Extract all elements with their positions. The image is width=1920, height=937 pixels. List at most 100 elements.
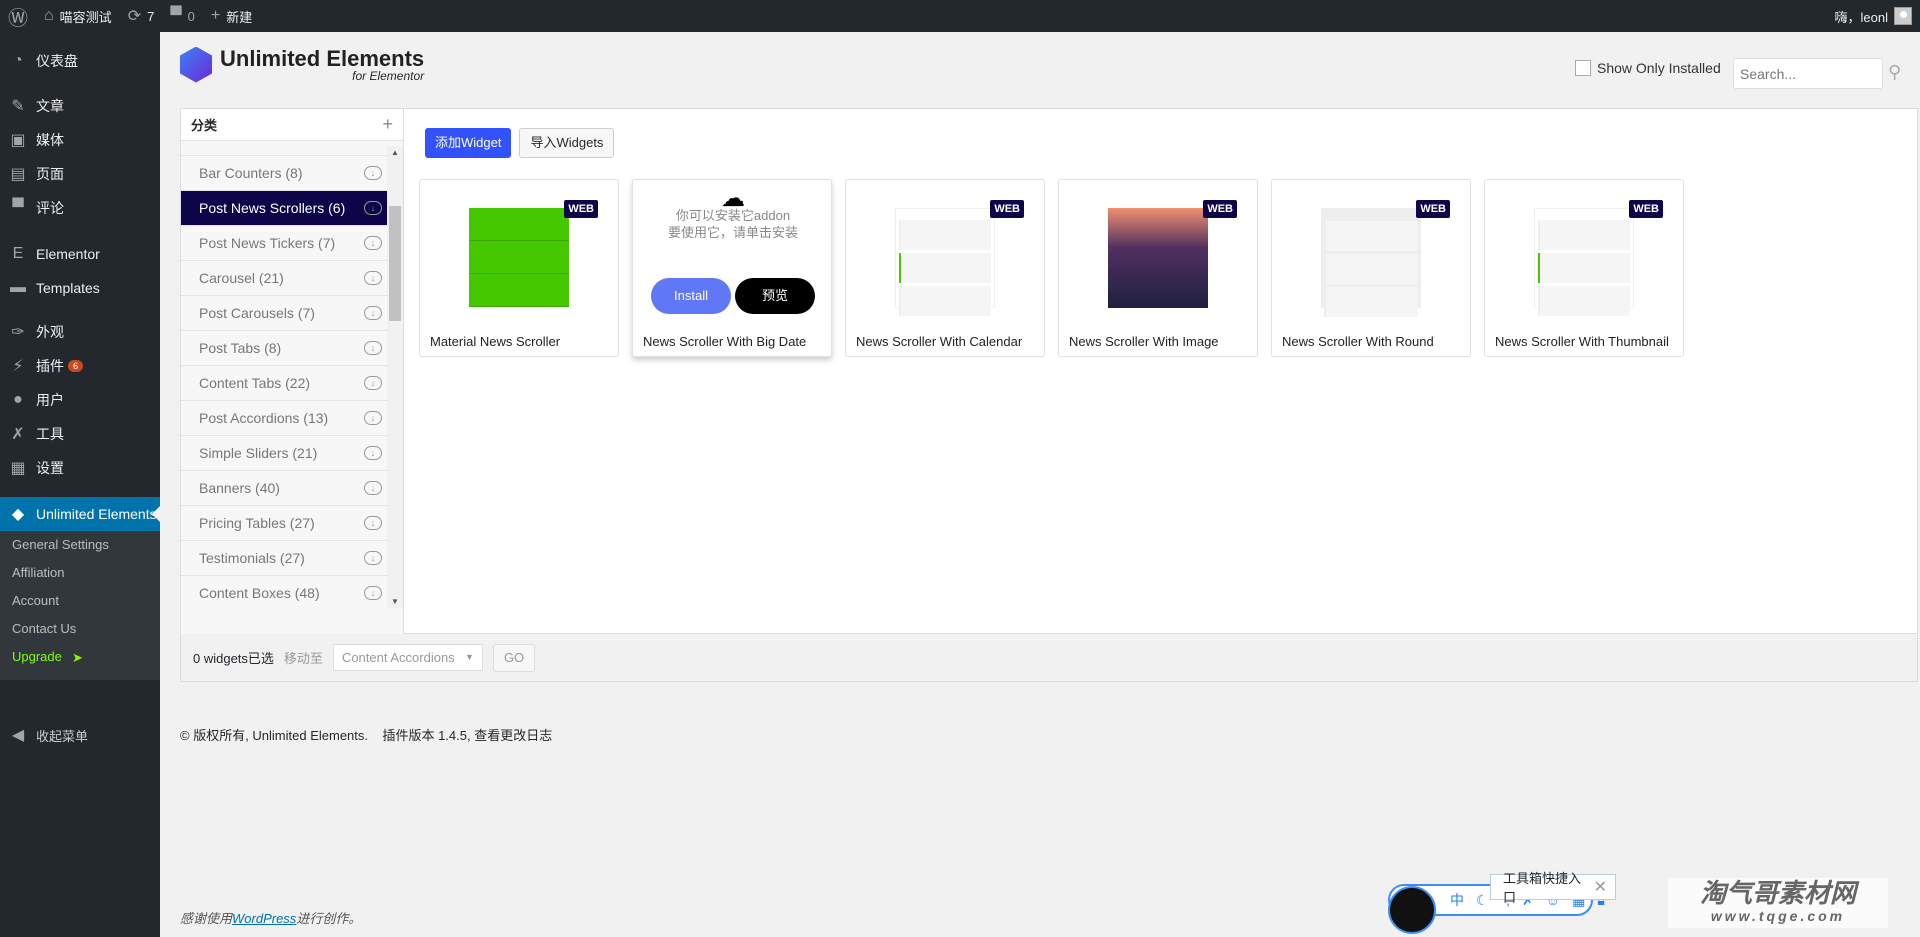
cloud-download-icon[interactable]: ↓ <box>364 446 382 460</box>
add-widget-button[interactable]: 添加Widget <box>425 128 512 158</box>
go-button[interactable]: GO <box>492 643 536 672</box>
category-item[interactable]: Content Boxes (48) ↓ <box>181 576 387 608</box>
scroll-down-icon[interactable]: ▼ <box>391 597 399 606</box>
wordpress-icon: Ⓦ <box>8 7 28 30</box>
cloud-download-icon[interactable]: ↓ <box>364 236 382 250</box>
collapse-menu-button[interactable]: ◀ 收起菜单 <box>0 718 160 752</box>
updates-link[interactable]: ⟳ 7 <box>120 0 163 32</box>
wp-footer-thanks: 感谢使用WordPress进行创作。 <box>180 908 361 927</box>
folder-icon: ▬ <box>10 279 26 296</box>
ime-mode[interactable]: 中 <box>1450 890 1464 910</box>
cloud-download-icon[interactable]: ↓ <box>364 516 382 530</box>
plugin-icon: ⚡ <box>12 358 24 375</box>
scroll-up-icon[interactable]: ▲ <box>391 148 399 157</box>
moon-icon[interactable]: ☾ <box>1476 892 1489 909</box>
watermark: 淘气哥素材网 www.tqge.com <box>1668 878 1888 928</box>
submenu-item[interactable]: Affiliation <box>0 559 160 587</box>
category-item[interactable]: Content Tabs (22) ↓ <box>181 366 387 401</box>
avatar <box>1894 7 1912 25</box>
sidebar-item-仪表盘[interactable]: ◔ 仪表盘 <box>0 44 160 78</box>
category-item[interactable]: Bar Counters (8) ↓ <box>181 156 387 191</box>
scrollbar-thumb[interactable] <box>389 206 401 321</box>
widget-card[interactable]: WEB News Scroller With Calendar <box>845 179 1045 357</box>
cloud-download-icon[interactable]: ↓ <box>364 341 382 355</box>
install-prompt: ☁ 你可以安装它addon 要使用它，请单击安装 <box>633 187 833 241</box>
submenu-item[interactable]: Contact Us <box>0 615 160 643</box>
category-item[interactable]: Pricing Tables (27) ↓ <box>181 506 387 541</box>
import-widgets-button[interactable]: 导入Widgets <box>519 128 615 158</box>
sidebar-item-媒体[interactable]: ▣ 媒体 <box>0 123 160 157</box>
update-badge: 6 <box>68 360 84 372</box>
comment-icon: ▀ <box>170 7 182 24</box>
sidebar-item-外观[interactable]: ✑ 外观 <box>0 315 160 349</box>
search-input[interactable] <box>1733 58 1883 89</box>
widget-card[interactable]: WEB News Scroller With Round <box>1271 179 1471 357</box>
sidebar-item-unlimited-elements[interactable]: ◆ Unlimited Elements <box>0 497 160 531</box>
tooltip-text: 工具箱快捷入口 <box>1503 871 1582 905</box>
cloud-download-icon[interactable]: ↓ <box>364 166 382 180</box>
category-item[interactable]: Post Carousels (7) ↓ <box>181 296 387 331</box>
category-label: Simple Sliders (21) <box>199 445 318 461</box>
sidebar-item-label: 设置 <box>36 460 64 476</box>
category-label: Post Tabs (8) <box>199 340 282 356</box>
user-icon: ● <box>13 391 23 408</box>
categories-panel: 分类 + Bar Counters (8) ↓ Post News Scrollers… <box>181 109 404 635</box>
category-item-partial[interactable] <box>181 146 387 156</box>
close-icon[interactable]: ✕ <box>1594 877 1607 897</box>
category-item[interactable]: Post Tabs (8) ↓ <box>181 331 387 366</box>
category-item[interactable]: Banners (40) ↓ <box>181 471 387 506</box>
ime-avatar[interactable] <box>1388 886 1436 934</box>
category-item[interactable]: Post News Tickers (7) ↓ <box>181 226 387 261</box>
new-content-link[interactable]: + 新建 <box>203 0 260 32</box>
cloud-download-icon[interactable]: ↓ <box>364 201 382 215</box>
category-item[interactable]: Carousel (21) ↓ <box>181 261 387 296</box>
category-item[interactable]: Testimonials (27) ↓ <box>181 541 387 576</box>
category-label: Testimonials (27) <box>199 550 305 566</box>
add-category-button[interactable]: + <box>382 114 393 135</box>
install-button[interactable]: Install <box>651 278 731 314</box>
sidebar-item-评论[interactable]: ▀ 评论 <box>0 191 160 225</box>
cloud-download-icon[interactable]: ↓ <box>364 306 382 320</box>
category-scrollbar[interactable]: ▲ ▼ <box>387 146 403 608</box>
cloud-download-icon[interactable]: ↓ <box>364 481 382 495</box>
preview-button[interactable]: 预览 <box>735 278 815 314</box>
sidebar-item-工具[interactable]: ✗ 工具 <box>0 417 160 451</box>
widget-card[interactable]: WEB News Scroller With Thumbnail <box>1484 179 1684 357</box>
category-item[interactable]: Post News Scrollers (6) ↓ <box>181 191 387 226</box>
sidebar-item-页面[interactable]: ▤ 页面 <box>0 157 160 191</box>
category-label: Content Tabs (22) <box>199 375 311 391</box>
submenu-item[interactable]: General Settings <box>0 531 160 559</box>
search-icon[interactable]: ⚲ <box>1888 62 1901 83</box>
widget-card[interactable]: WEB News Scroller With Image <box>1058 179 1258 357</box>
cloud-download-icon[interactable]: ↓ <box>364 551 382 565</box>
cloud-download-icon[interactable]: ↓ <box>364 376 382 390</box>
changelog-link[interactable]: 查看更改日志 <box>474 728 552 743</box>
show-only-installed[interactable]: Show Only Installed <box>1575 60 1721 76</box>
widget-card[interactable]: WEB Material News Scroller <box>419 179 619 357</box>
submenu-item[interactable]: Account <box>0 587 160 615</box>
category-item[interactable]: Post Accordions (13) ↓ <box>181 401 387 436</box>
sidebar-item-插件[interactable]: ⚡ 插件 6 <box>0 349 160 383</box>
arrow-icon: ➤ <box>72 650 83 665</box>
sidebar-item-用户[interactable]: ● 用户 <box>0 383 160 417</box>
web-badge: WEB <box>564 200 598 218</box>
sidebar-item-设置[interactable]: ▦ 设置 <box>0 451 160 485</box>
sidebar-item-templates[interactable]: ▬ Templates <box>0 271 160 305</box>
site-link[interactable]: ⌂ 喵容测试 <box>36 0 120 32</box>
user-menu[interactable]: 嗨，leonl <box>1835 0 1912 32</box>
wp-logo-button[interactable]: Ⓦ <box>0 0 36 32</box>
sidebar-item-文章[interactable]: ✎ 文章 <box>0 89 160 123</box>
comments-link[interactable]: ▀ 0 <box>162 0 203 32</box>
show-installed-checkbox[interactable] <box>1575 60 1591 76</box>
widget-card[interactable]: ☁ 你可以安装它addon 要使用它，请单击安装 Install 预览 News Sc… <box>632 179 832 357</box>
move-to-select[interactable]: Content Accordions ▼ <box>332 644 483 671</box>
wordpress-link[interactable]: WordPress <box>232 911 296 926</box>
cloud-download-icon[interactable]: ↓ <box>364 411 382 425</box>
page-icon: ▤ <box>10 166 26 183</box>
sidebar-item-elementor[interactable]: E Elementor <box>0 237 160 271</box>
category-item[interactable]: Simple Sliders (21) ↓ <box>181 436 387 471</box>
cloud-download-icon[interactable]: ↓ <box>364 586 382 600</box>
plugin-version: 插件版本 1.4.5, <box>382 728 471 743</box>
cloud-download-icon[interactable]: ↓ <box>364 271 382 285</box>
sidebar-item-label: Unlimited Elements <box>36 506 157 522</box>
